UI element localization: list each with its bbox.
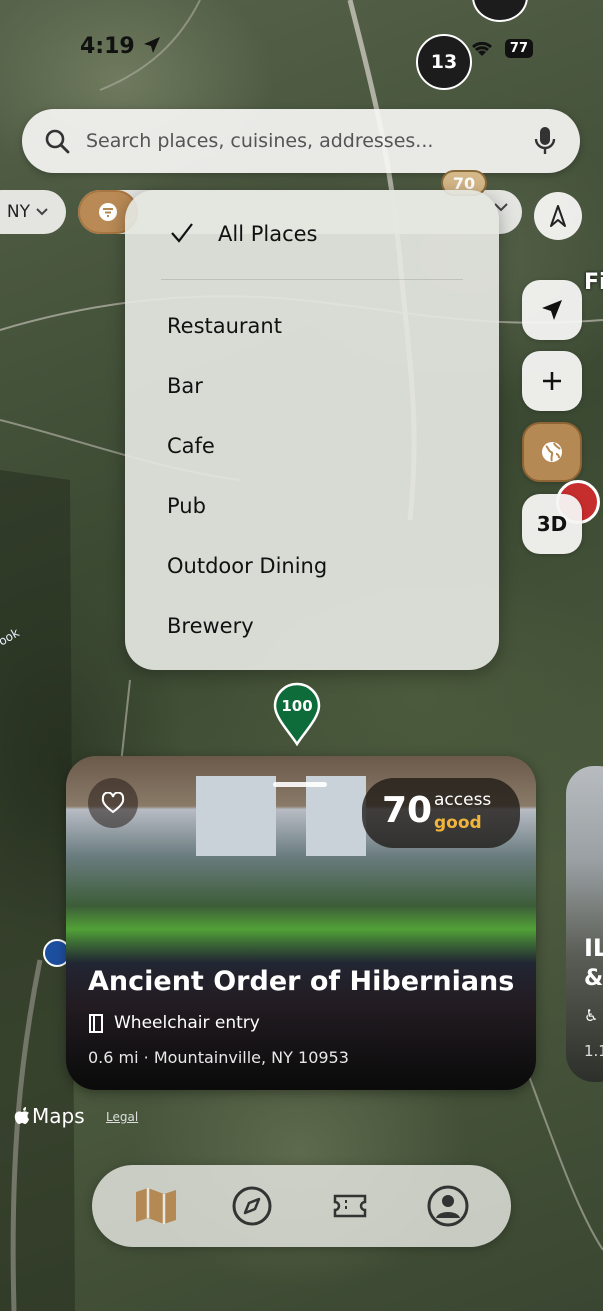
apple-logo-icon bbox=[14, 1107, 29, 1124]
3d-toggle-button[interactable]: 3D bbox=[522, 494, 582, 554]
access-score-rating: good bbox=[434, 813, 482, 833]
place-address: 0.6 mi · Mountainville, NY 10953 bbox=[88, 1048, 349, 1067]
place-title: Ancient Order of Hibernians bbox=[88, 966, 515, 997]
photo-window bbox=[306, 776, 366, 856]
filter-icon bbox=[99, 203, 117, 221]
photo-window bbox=[196, 776, 276, 856]
favorite-button[interactable] bbox=[88, 778, 138, 828]
heart-icon bbox=[101, 792, 125, 814]
status-icons: 77 bbox=[469, 38, 533, 58]
wheelchair-icon: ♿ bbox=[584, 1006, 599, 1025]
pin-score-label: 100 bbox=[281, 697, 312, 715]
wifi-icon bbox=[471, 41, 492, 56]
dropdown-separator bbox=[161, 279, 463, 280]
map-score-pin[interactable]: 100 bbox=[273, 682, 321, 746]
profile-icon bbox=[427, 1185, 469, 1227]
dropdown-item-bar[interactable]: Bar bbox=[167, 374, 203, 398]
next-card-distance: 1.1 bbox=[584, 1042, 603, 1060]
compass-icon bbox=[232, 1186, 272, 1226]
plus-icon bbox=[543, 372, 561, 390]
tab-tickets[interactable] bbox=[324, 1180, 376, 1232]
next-card-title-2: & bbox=[584, 966, 603, 991]
tab-map[interactable] bbox=[130, 1180, 182, 1232]
cluster-count: 13 bbox=[430, 51, 458, 73]
zoom-in-button[interactable] bbox=[522, 351, 582, 411]
category-dropdown-menu: All Places Restaurant Bar Cafe Pub Outdo… bbox=[125, 190, 499, 670]
access-score-value: 70 bbox=[382, 790, 433, 831]
place-card-next[interactable]: IL & ♿ 1.1 bbox=[566, 766, 603, 1082]
search-input[interactable] bbox=[84, 129, 508, 153]
battery-indicator: 77 bbox=[504, 38, 533, 58]
door-icon bbox=[89, 1014, 103, 1033]
access-score-label: access bbox=[434, 790, 492, 810]
tab-profile[interactable] bbox=[422, 1180, 474, 1232]
maps-attribution: Maps bbox=[14, 1104, 85, 1128]
ticket-icon bbox=[333, 1194, 367, 1218]
place-card[interactable]: 70 access good Ancient Order of Hibernia… bbox=[66, 756, 536, 1090]
my-location-button[interactable] bbox=[522, 280, 582, 340]
access-feature-label: Wheelchair entry bbox=[114, 1013, 260, 1033]
dropdown-item-restaurant[interactable]: Restaurant bbox=[167, 314, 282, 338]
legal-link[interactable]: Legal bbox=[106, 1110, 138, 1124]
dropdown-item-outdoor-dining[interactable]: Outdoor Dining bbox=[167, 554, 327, 578]
dropdown-item-cafe[interactable]: Cafe bbox=[167, 434, 215, 458]
maps-logo-label: Maps bbox=[32, 1104, 85, 1128]
checkmark-icon bbox=[171, 223, 193, 243]
next-card-title: IL bbox=[584, 934, 603, 962]
clock: 4:19 bbox=[80, 34, 135, 59]
dropdown-item-all-places[interactable]: All Places bbox=[218, 222, 317, 246]
region-filter-chip[interactable]: NY bbox=[0, 190, 66, 234]
dropdown-item-brewery[interactable]: Brewery bbox=[167, 614, 254, 638]
status-bar: 4:19 bbox=[80, 34, 162, 59]
globe-icon bbox=[542, 442, 562, 462]
location-arrow-icon bbox=[144, 37, 161, 53]
search-bar[interactable] bbox=[22, 109, 580, 173]
microphone-icon[interactable] bbox=[532, 125, 558, 157]
map-icon bbox=[136, 1188, 176, 1224]
bottom-tab-bar bbox=[92, 1165, 511, 1247]
location-arrow-icon bbox=[542, 300, 562, 320]
access-score-badge: 70 access good bbox=[362, 778, 520, 848]
north-arrow-icon bbox=[550, 205, 566, 227]
dropdown-item-pub[interactable]: Pub bbox=[167, 494, 206, 518]
drag-handle[interactable] bbox=[273, 782, 327, 787]
region-chip-label: NY bbox=[6, 202, 30, 222]
search-icon bbox=[45, 129, 70, 154]
map-style-button[interactable] bbox=[522, 422, 582, 482]
map-town-label: Fi bbox=[584, 270, 603, 295]
access-feature: Wheelchair entry bbox=[88, 1013, 260, 1033]
map-cluster-marker[interactable]: 13 bbox=[416, 34, 472, 90]
chevron-down-icon bbox=[36, 208, 48, 216]
north-compass-button[interactable] bbox=[534, 192, 582, 240]
tab-explore[interactable] bbox=[226, 1180, 278, 1232]
